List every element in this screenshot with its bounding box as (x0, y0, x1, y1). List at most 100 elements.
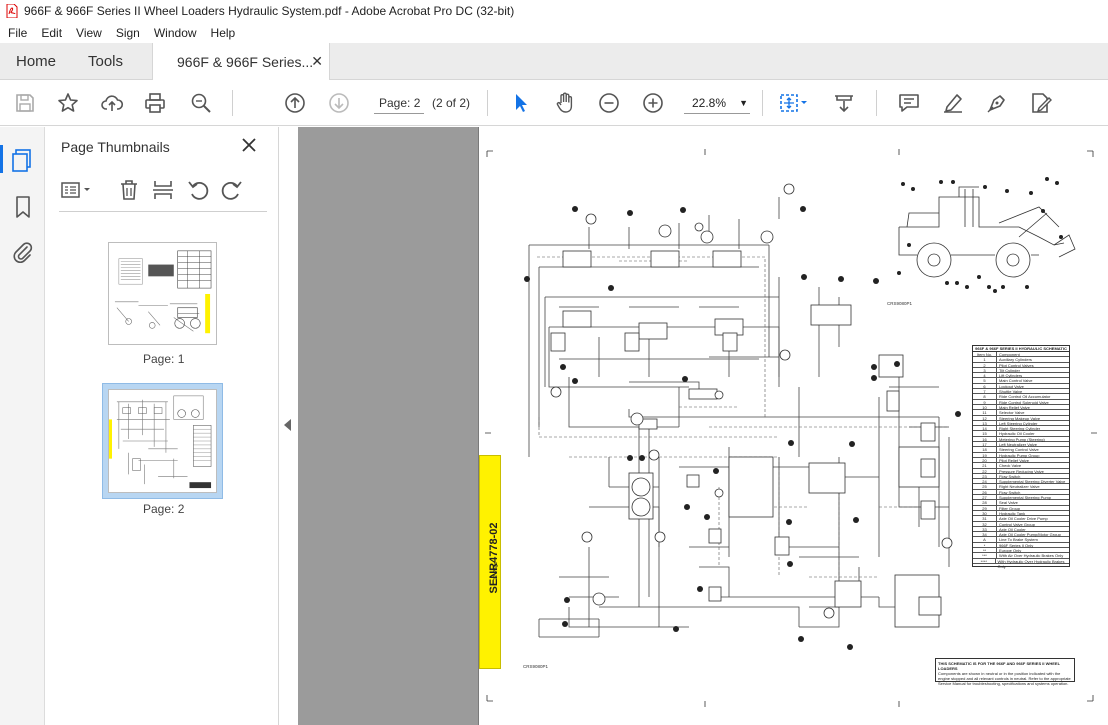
thumbnail-options-icon[interactable] (59, 178, 95, 202)
legend-item-number: 25 (973, 484, 997, 489)
note-text: Components are shown in neutral or in th… (938, 671, 1071, 686)
thumbnail-2-label: Page: 2 (143, 502, 185, 516)
tab-home[interactable]: Home (16, 43, 56, 80)
legend-row: **** With Hydraulic Over Hydraulic Brakes… (973, 558, 1069, 569)
legend-item-component: Left Steering Cylinder (999, 420, 1038, 426)
legend-item-number: 19 (973, 452, 997, 458)
toolbar-separator (876, 90, 877, 116)
legend-item-component: Main Relief Valve (999, 404, 1030, 410)
zoom-level-select[interactable]: 22.8% ▼ (684, 92, 750, 114)
close-tab-icon[interactable]: ✕ (311, 53, 323, 70)
legend-item-component: Line To Brake System (999, 537, 1038, 543)
star-icon[interactable] (56, 91, 80, 115)
toolbar-separator (232, 90, 233, 116)
rotate-clockwise-icon[interactable] (220, 178, 244, 202)
legend-item-number: 13 (973, 420, 997, 426)
bookmark-icon[interactable] (10, 194, 36, 220)
page-thumbnail-1[interactable] (108, 242, 217, 345)
delete-page-icon[interactable] (117, 178, 141, 202)
highlight-pen-icon[interactable] (941, 91, 965, 115)
zoom-in-icon[interactable] (641, 91, 665, 115)
page-thumbnail-2[interactable] (108, 389, 217, 493)
menu-file[interactable]: File (0, 26, 34, 40)
rotate-counterclockwise-icon[interactable] (186, 178, 210, 202)
upload-cloud-icon[interactable] (100, 91, 124, 115)
collapse-panel-arrow-icon[interactable] (284, 419, 291, 431)
legend-item-component: Filter Group (999, 505, 1021, 511)
schematic-code-top: CRS9080P1 (887, 301, 913, 306)
document-page-count: 12 Page (493, 561, 499, 581)
comment-icon[interactable] (897, 91, 921, 115)
print-icon[interactable] (143, 91, 167, 115)
legend-item-number: 20 (973, 457, 997, 463)
save-icon[interactable] (13, 91, 37, 115)
page-thumbnails-icon[interactable] (10, 147, 36, 173)
toolbar-separator (762, 90, 763, 116)
zoom-search-icon[interactable] (189, 91, 213, 115)
legend-item-component: Axle Oil Cooler (999, 526, 1026, 532)
legend-item-component: Hydraulic Pump Group (999, 452, 1040, 458)
menu-view[interactable]: View (69, 26, 109, 40)
menu-help[interactable]: Help (204, 26, 243, 40)
scroll-mode-icon[interactable] (832, 91, 856, 115)
legend-item-component: Hydraulic Tank (999, 510, 1026, 516)
legend-item-number: 29 (973, 505, 997, 511)
legend-item-component: Left Neutralizer Valve (999, 442, 1037, 448)
legend-item-component: Ride Control Oil Accumulator (999, 394, 1051, 400)
legend-item-number: 34 (973, 532, 997, 537)
legend-item-number: ** (973, 547, 997, 553)
hand-tool-icon[interactable] (553, 91, 577, 115)
legend-item-number: 5 (973, 378, 997, 383)
zoom-out-icon[interactable] (597, 91, 621, 115)
schematic-code-left: CRS9080P1 (523, 664, 549, 669)
page-thumbnails-panel: Page Thumbnails Page: 1 Page: 2 (45, 127, 279, 725)
page-count: (2 of 2) (432, 96, 471, 110)
navigation-rail (0, 127, 45, 725)
previous-page-icon[interactable] (283, 91, 307, 115)
legend-item-component: Metering Pump (Steering) (999, 436, 1045, 442)
panel-splitter[interactable] (279, 127, 298, 725)
legend-item-number: 12 (973, 415, 997, 421)
schematic-note-box: THIS SCHEMATIC IS FOR THE 966F AND 966F … (935, 658, 1075, 686)
legend-item-number: 28 (973, 500, 997, 505)
legend-item-component: Selector Valve (999, 410, 1025, 416)
legend-item-component: Auxiliary Cylinders (999, 357, 1032, 363)
legend-item-component: Hydraulic Oil Cooler (999, 431, 1035, 437)
menu-sign[interactable]: Sign (109, 26, 147, 40)
tab-document-label: 966F & 966F Series... (177, 54, 314, 70)
legend-item-component: Shuttle Valve (999, 389, 1023, 395)
attachment-paperclip-icon[interactable] (10, 239, 36, 265)
window-title: 966F & 966F Series II Wheel Loaders Hydr… (24, 4, 515, 18)
legend-item-component: Steering Makeup Valve (999, 415, 1041, 421)
legend-item-component: Lift Cylinders (999, 373, 1023, 379)
toolbar-separator (487, 90, 488, 116)
tab-tools[interactable]: Tools (88, 43, 123, 80)
zoom-level-value: 22.8% (692, 95, 727, 110)
split-pages-icon[interactable] (151, 178, 175, 202)
legend-item-component: Pressure Reducing Valve (999, 468, 1044, 474)
legend-item-component: Flow Switch (999, 489, 1021, 495)
legend-item-number: 8 (973, 394, 997, 399)
legend-item-number: 2 (973, 362, 997, 368)
menu-edit[interactable]: Edit (34, 26, 69, 40)
legend-item-component: With Air Over Hydraulic Brakes Only (999, 553, 1064, 559)
legend-item-number: 21 (973, 463, 997, 468)
legend-item-number: 10 (973, 404, 997, 410)
close-panel-icon[interactable] (241, 137, 257, 153)
fill-sign-icon[interactable] (1029, 91, 1053, 115)
menu-window[interactable]: Window (147, 26, 204, 40)
toolbar: Page: 2 (2 of 2) 22.8% ▼ (0, 80, 1108, 126)
fit-page-icon[interactable] (778, 91, 812, 115)
legend-item-number: A (973, 537, 997, 542)
legend-item-component: Right Steering Cylinder (999, 426, 1041, 432)
document-background (298, 127, 478, 725)
legend-item-number: 22 (973, 468, 997, 474)
tab-document[interactable]: 966F & 966F Series... ✕ (152, 43, 330, 81)
select-cursor-icon[interactable] (509, 91, 533, 115)
page-number-input[interactable]: Page: 2 (374, 92, 424, 114)
component-legend-table: 966F & 966F SERIES II HYDRAULIC SCHEMATI… (972, 345, 1070, 569)
legend-item-component: Ride Control Solenoid Valve (999, 399, 1049, 405)
draw-pen-icon[interactable] (985, 91, 1009, 115)
next-page-icon[interactable] (327, 91, 351, 115)
page-1-preview (114, 250, 212, 334)
